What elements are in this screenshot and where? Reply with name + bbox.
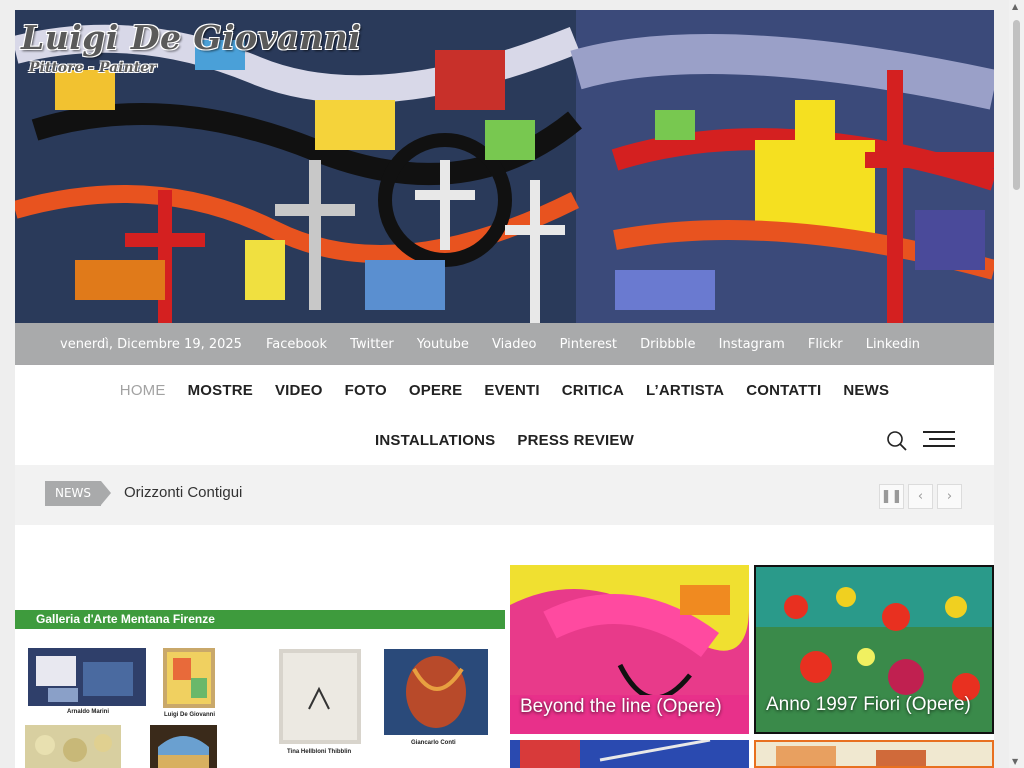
artwork-thumb — [28, 648, 146, 706]
nav-item-home[interactable]: HOME — [120, 382, 166, 399]
artwork-thumb — [163, 648, 215, 708]
artwork-caption: Arnaldo Marini — [67, 709, 110, 715]
social-link-pinterest[interactable]: Pinterest — [560, 337, 617, 352]
nav-item-press-review[interactable]: PRESS REVIEW — [517, 432, 634, 449]
nav-item-critica[interactable]: CRITICA — [562, 382, 624, 399]
nav-item-installations[interactable]: INSTALLATIONS — [375, 432, 495, 449]
nav-item-contatti[interactable]: CONTATTI — [746, 382, 821, 399]
artwork-thumb — [25, 725, 121, 768]
card-title[interactable]: Beyond the line (Opere) — [520, 696, 722, 718]
nav-item-video[interactable]: VIDEO — [275, 382, 323, 399]
pause-icon[interactable]: ❚❚ — [879, 484, 904, 509]
artwork-thumb — [384, 761, 488, 768]
artwork-caption: Giancarlo Conti — [411, 740, 456, 746]
featured-gallery-poster[interactable]: Galleria d'Arte Mentana Firenze Arnaldo … — [15, 525, 505, 768]
featured-card[interactable] — [754, 740, 994, 768]
social-link-youtube[interactable]: Youtube — [417, 337, 469, 352]
artwork-thumb — [384, 649, 488, 735]
card-image — [510, 740, 749, 768]
site-title[interactable]: Luigi De Giovanni — [21, 18, 361, 57]
news-ticker: NEWS Orizzonti Contigui ❚❚ ‹ › — [15, 465, 994, 525]
header-banner[interactable]: Luigi De Giovanni Pittore - Painter — [15, 10, 994, 323]
featured-card[interactable] — [510, 740, 749, 768]
chevron-right-icon[interactable]: › — [937, 484, 962, 509]
artwork-thumb — [279, 761, 363, 768]
card-title[interactable]: Anno 1997 Fiori (Opere) — [766, 694, 971, 716]
nav-row-secondary: INSTALLATIONS PRESS REVIEW — [15, 415, 994, 465]
news-badge: NEWS — [45, 481, 111, 506]
featured-card[interactable]: Anno 1997 Fiori (Opere) — [754, 565, 994, 734]
nav-item-foto[interactable]: FOTO — [345, 382, 387, 399]
scroll-up-icon[interactable]: ▲ — [1012, 2, 1018, 11]
artwork-thumb — [279, 649, 361, 744]
artwork-caption: Luigi De Giovanni — [164, 712, 216, 718]
social-link-linkedin[interactable]: Linkedin — [866, 337, 920, 352]
social-link-facebook[interactable]: Facebook — [266, 337, 327, 352]
page-scrollbar[interactable]: ▲ ▼ — [1009, 0, 1024, 768]
nav-item-eventi[interactable]: EVENTI — [484, 382, 539, 399]
nav-item-artista[interactable]: L’ARTISTA — [646, 382, 724, 399]
nav-item-mostre[interactable]: MOSTRE — [188, 382, 253, 399]
page-container: Luigi De Giovanni Pittore - Painter vene… — [15, 10, 994, 768]
hamburger-menu-icon[interactable] — [923, 431, 955, 449]
artwork-caption: Tina Hellbloni Thibblin — [287, 749, 352, 755]
scrollbar-thumb[interactable] — [1013, 20, 1020, 190]
nav-row-primary: HOME MOSTRE VIDEO FOTO OPERE EVENTI CRIT… — [15, 365, 994, 415]
gallery-banner: Galleria d'Arte Mentana Firenze — [15, 610, 505, 629]
top-bar: venerdì, Dicembre 19, 2025 Facebook Twit… — [15, 323, 994, 365]
nav-item-news[interactable]: NEWS — [843, 382, 889, 399]
social-links: Facebook Twitter Youtube Viadeo Pinteres… — [266, 337, 939, 352]
scroll-down-icon[interactable]: ▼ — [1012, 757, 1018, 766]
chevron-left-icon[interactable]: ‹ — [908, 484, 933, 509]
artwork-thumb — [150, 725, 217, 768]
current-date: venerdì, Dicembre 19, 2025 — [60, 336, 242, 352]
featured-card[interactable]: Beyond the line (Opere) — [510, 565, 749, 734]
search-icon[interactable] — [886, 430, 908, 452]
social-link-instagram[interactable]: Instagram — [719, 337, 785, 352]
ticker-headline[interactable]: Orizzonti Contigui — [124, 484, 242, 501]
card-image — [756, 742, 992, 766]
main-navigation: HOME MOSTRE VIDEO FOTO OPERE EVENTI CRIT… — [15, 365, 994, 465]
social-link-viadeo[interactable]: Viadeo — [492, 337, 536, 352]
social-link-twitter[interactable]: Twitter — [350, 337, 394, 352]
social-link-dribbble[interactable]: Dribbble — [640, 337, 695, 352]
nav-item-opere[interactable]: OPERE — [409, 382, 463, 399]
social-link-flickr[interactable]: Flickr — [808, 337, 843, 352]
site-subtitle: Pittore - Painter — [29, 60, 157, 76]
